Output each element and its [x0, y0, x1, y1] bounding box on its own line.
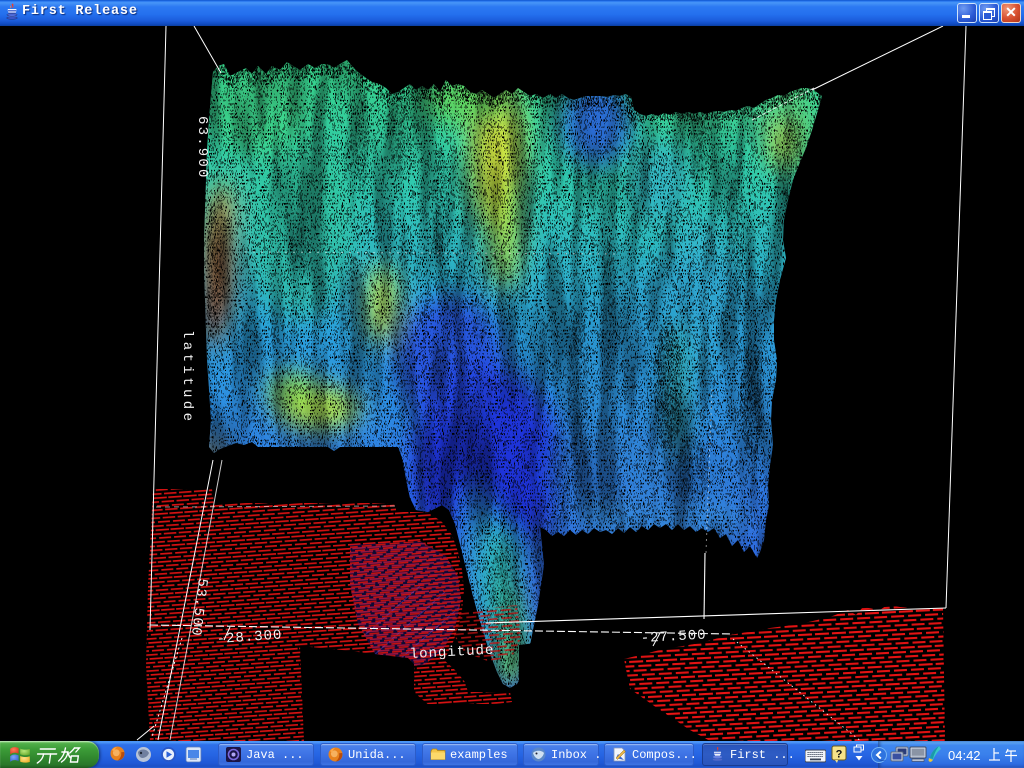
svg-text:longitude: longitude [409, 643, 494, 663]
svg-text:?: ? [836, 749, 843, 761]
svg-text:63.900: 63.900 [194, 116, 210, 180]
svg-text:latitude: latitude [179, 330, 195, 424]
